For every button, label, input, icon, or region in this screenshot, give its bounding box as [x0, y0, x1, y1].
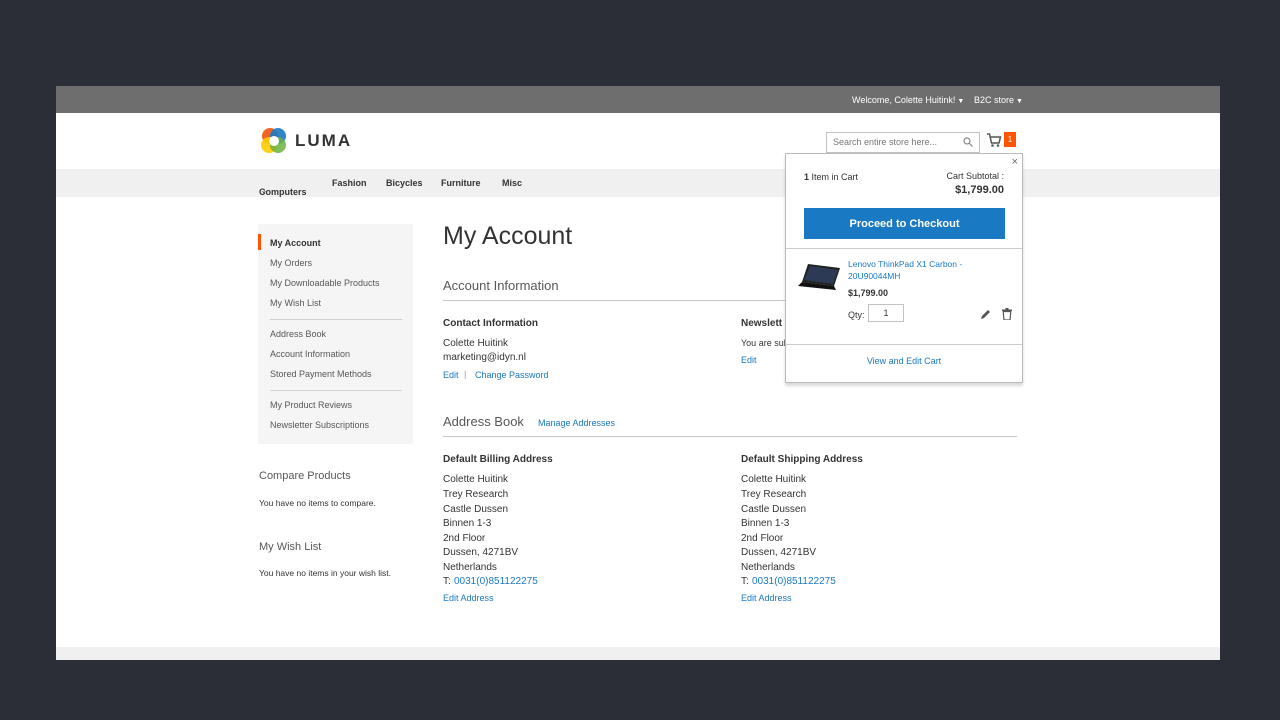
- header: LUMA Search entire store here... 1: [56, 113, 1220, 169]
- contact-info-title: Contact Information: [443, 318, 538, 329]
- nav-item-furniture[interactable]: Furniture: [441, 178, 481, 188]
- newsletter-title: Newslett: [741, 318, 783, 329]
- store-switcher[interactable]: B2C store ▼: [974, 95, 1023, 105]
- welcome-text: Welcome, Colette Huitink!: [852, 95, 956, 105]
- qty-input[interactable]: 1: [868, 304, 904, 322]
- shipping-line: Colette Huitink: [741, 474, 807, 485]
- newsletter-text: You are sub: [741, 338, 789, 348]
- product-price: $1,799.00: [848, 288, 889, 298]
- shipping-line: Dussen, 4271BV: [741, 547, 817, 558]
- cart-icon[interactable]: [986, 132, 1002, 148]
- section-divider: [443, 436, 1017, 437]
- billing-line: Netherlands: [443, 562, 497, 573]
- compare-text: You have no items to compare.: [259, 498, 376, 508]
- logo[interactable]: LUMA: [260, 127, 352, 155]
- subtotal-label: Cart Subtotal :: [946, 171, 1004, 181]
- billing-address-title: Default Billing Address: [443, 454, 553, 465]
- billing-line: Trey Research: [443, 489, 509, 500]
- nav-item-misc[interactable]: Misc: [502, 178, 522, 188]
- billing-line: Dussen, 4271BV: [443, 547, 519, 558]
- shipping-phone-prefix: T:: [741, 576, 749, 587]
- edit-billing-address-link[interactable]: Edit Address: [443, 593, 494, 603]
- account-sidebar: My Account My Orders My Downloadable Pro…: [258, 224, 413, 444]
- close-icon[interactable]: ×: [1012, 156, 1018, 168]
- cart-count-badge[interactable]: 1: [1004, 132, 1016, 147]
- billing-line: Castle Dussen: [443, 504, 509, 515]
- edit-newsletter-link[interactable]: Edit: [741, 355, 757, 365]
- sidebar-item-stored-payment-methods[interactable]: Stored Payment Methods: [270, 369, 372, 379]
- browser-page: Welcome, Colette Huitink! ▼ B2C store ▼ LU…: [56, 86, 1220, 660]
- page-title: My Account: [443, 222, 573, 250]
- chevron-down-icon: ▼: [1016, 98, 1023, 105]
- qty-label: Qty:: [848, 310, 865, 320]
- sidebar-item-account-information[interactable]: Account Information: [270, 349, 350, 359]
- shipping-line: Binnen 1-3: [741, 518, 790, 529]
- minicart-dropdown: × 1 Item in Cart Cart Subtotal : $1,799.…: [785, 153, 1023, 383]
- billing-phone-prefix: T:: [443, 576, 451, 587]
- sidebar-item-newsletter-subscriptions[interactable]: Newsletter Subscriptions: [270, 420, 369, 430]
- sidebar-item-product-reviews[interactable]: My Product Reviews: [270, 400, 352, 410]
- edit-shipping-address-link[interactable]: Edit Address: [741, 593, 792, 603]
- billing-line: Binnen 1-3: [443, 518, 492, 529]
- shipping-line: Trey Research: [741, 489, 807, 500]
- main-nav: Computers ⌄ Fashion Bicycles Furniture M…: [56, 169, 1220, 197]
- minicart-divider: [786, 248, 1022, 249]
- sidebar-item-address-book[interactable]: Address Book: [270, 329, 326, 339]
- view-and-edit-cart-link[interactable]: View and Edit Cart: [786, 356, 1022, 366]
- billing-phone-link[interactable]: 0031(0)851122275: [454, 576, 538, 587]
- billing-line: Colette Huitink: [443, 474, 509, 485]
- shipping-phone-link[interactable]: 0031(0)851122275: [752, 576, 836, 587]
- shipping-line: 2nd Floor: [741, 533, 784, 544]
- sidebar-item-downloadable-products[interactable]: My Downloadable Products: [270, 278, 380, 288]
- search-input[interactable]: Search entire store here...: [826, 132, 980, 153]
- change-password-link[interactable]: Change Password: [475, 370, 549, 380]
- luma-logo-icon: [261, 128, 286, 153]
- billing-line: 2nd Floor: [443, 533, 486, 544]
- sidebar-divider: [270, 319, 402, 320]
- chevron-down-icon: ⌄: [261, 188, 267, 195]
- subtotal-value: $1,799.00: [955, 184, 1004, 196]
- edit-contact-link[interactable]: Edit: [443, 370, 459, 380]
- sidebar-divider: [270, 390, 402, 391]
- minicart-divider: [786, 344, 1022, 345]
- wishlist-text: You have no items in your wish list.: [259, 568, 391, 578]
- logo-text: LUMA: [295, 131, 353, 150]
- trash-icon[interactable]: [1002, 308, 1012, 320]
- search-placeholder: Search entire store here...: [833, 137, 938, 147]
- sidebar-item-my-account[interactable]: My Account: [270, 238, 321, 248]
- item-count-label: Item in Cart: [811, 172, 859, 182]
- account-info-title: Account Information: [443, 278, 559, 293]
- sidebar-item-my-orders[interactable]: My Orders: [270, 258, 312, 268]
- shipping-line: Castle Dussen: [741, 504, 807, 515]
- manage-addresses-link[interactable]: Manage Addresses: [538, 418, 615, 428]
- address-book-title: Address Book: [443, 414, 524, 429]
- contact-name: Colette Huitink: [443, 338, 509, 349]
- product-name-link[interactable]: Lenovo ThinkPad X1 Carbon - 20U90044MH: [848, 258, 1008, 282]
- nav-item-bicycles[interactable]: Bicycles: [386, 178, 423, 188]
- welcome-menu[interactable]: Welcome, Colette Huitink! ▼: [852, 95, 964, 105]
- active-marker: [258, 234, 261, 250]
- contact-email: marketing@idyn.nl: [443, 352, 526, 363]
- compare-title: Compare Products: [259, 470, 351, 482]
- search-icon[interactable]: [963, 137, 973, 147]
- wishlist-title: My Wish List: [259, 541, 322, 553]
- store-text: B2C store: [974, 95, 1015, 105]
- chevron-down-icon: ▼: [957, 98, 965, 105]
- nav-item-fashion[interactable]: Fashion: [332, 178, 367, 188]
- sidebar-item-wish-list[interactable]: My Wish List: [270, 298, 321, 308]
- item-count-number: 1: [804, 172, 810, 182]
- link-separator: |: [464, 369, 467, 379]
- proceed-to-checkout-button[interactable]: Proceed to Checkout: [804, 208, 1005, 239]
- cart-item-count: 1 Item in Cart: [804, 172, 858, 182]
- shipping-address-title: Default Shipping Address: [741, 454, 863, 465]
- shipping-line: Netherlands: [741, 562, 795, 573]
- pencil-icon[interactable]: [980, 309, 991, 320]
- footer-strip: [56, 647, 1220, 660]
- product-thumbnail[interactable]: [796, 262, 842, 296]
- top-bar: Welcome, Colette Huitink! ▼ B2C store ▼: [56, 86, 1220, 113]
